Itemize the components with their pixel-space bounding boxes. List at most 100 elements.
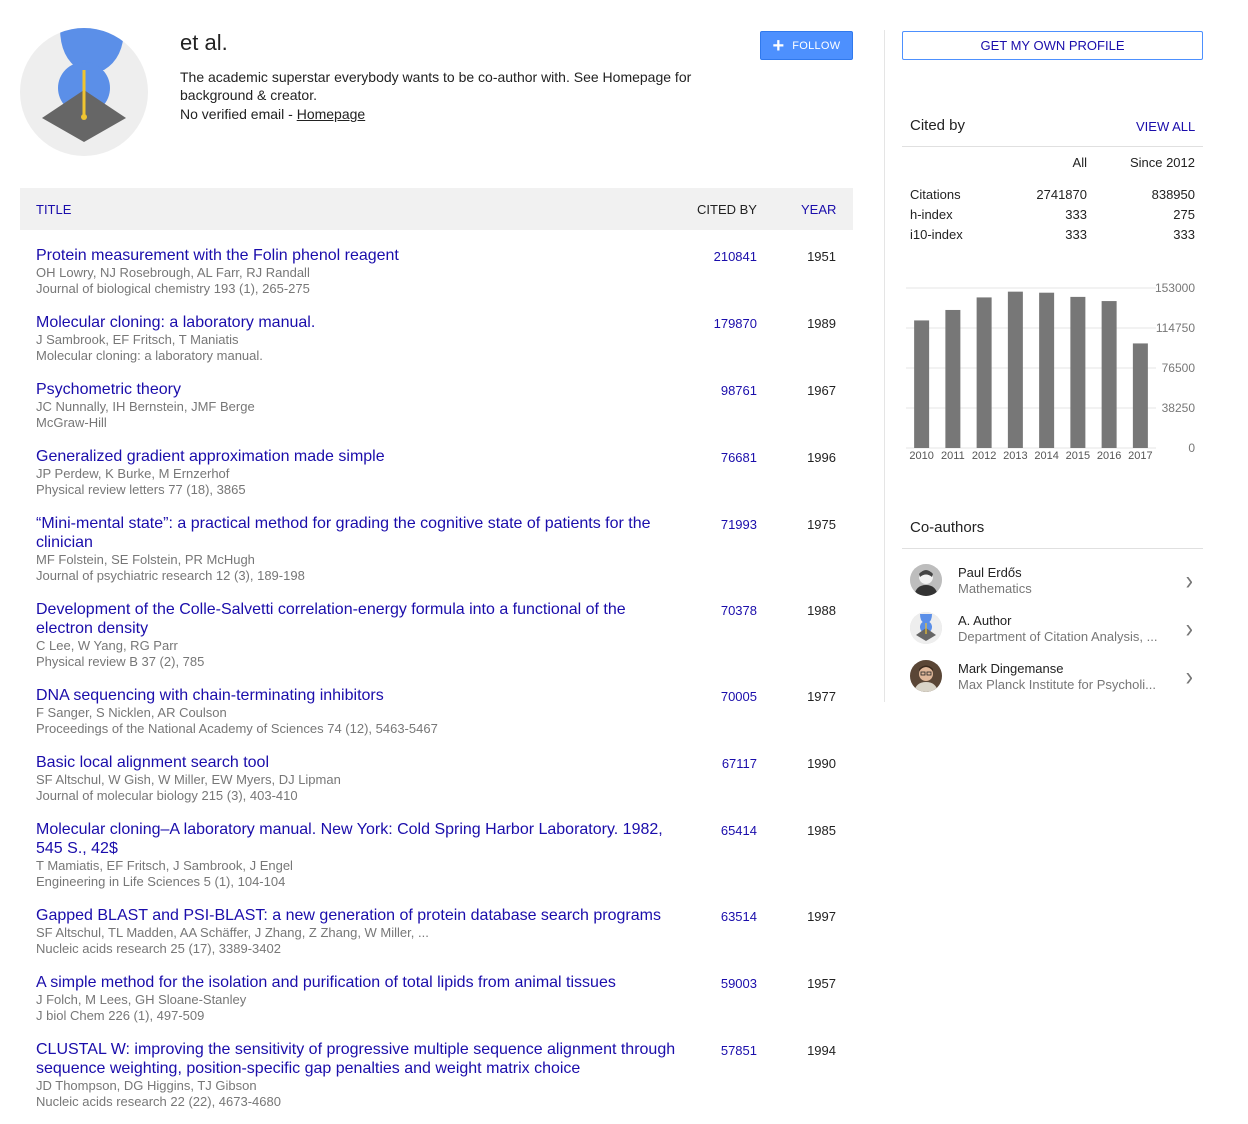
- publication-venue: Molecular cloning: a laboratory manual.: [36, 348, 263, 363]
- publication-title[interactable]: Generalized gradient approximation made …: [36, 447, 686, 466]
- homepage-link[interactable]: Homepage: [297, 106, 366, 122]
- chart-bar[interactable]: [914, 320, 930, 448]
- divider: [902, 548, 1203, 549]
- follow-label: FOLLOW: [792, 39, 841, 52]
- chart-bar[interactable]: [1132, 343, 1148, 448]
- publication-authors: C Lee, W Yang, RG Parr: [36, 638, 178, 653]
- stats-header-row: All Since 2012: [902, 146, 1203, 184]
- chevron-right-icon: ›: [1185, 565, 1193, 596]
- chart-bar[interactable]: [976, 297, 992, 448]
- chart-x-tick-label: 2011: [941, 450, 965, 462]
- publication-authors: T Mamiatis, EF Fritsch, J Sambrook, J En…: [36, 858, 293, 873]
- get-own-profile-button[interactable]: GET MY OWN PROFILE: [902, 31, 1203, 60]
- table-row: Molecular cloning: a laboratory manual. …: [20, 313, 853, 380]
- profile-avatar: [20, 28, 148, 156]
- stats-all: 2741870: [1036, 187, 1087, 202]
- publication-title[interactable]: “Mini-mental state”: a practical method …: [36, 514, 686, 552]
- publication-title[interactable]: Development of the Colle-Salvetti correl…: [36, 600, 686, 638]
- publication-cited-by[interactable]: 179870: [714, 316, 757, 331]
- coauthor-avatar: [910, 660, 942, 692]
- stats-row-i10index: i10-index 333 333: [902, 224, 1203, 244]
- table-row: “Mini-mental state”: a practical method …: [20, 514, 853, 600]
- publication-title[interactable]: A simple method for the isolation and pu…: [36, 973, 686, 992]
- publication-title[interactable]: Molecular cloning–A laboratory manual. N…: [36, 820, 686, 858]
- publication-authors: JC Nunnally, IH Bernstein, JMF Berge: [36, 399, 255, 414]
- coauthors-title: Co-authors: [910, 519, 985, 536]
- stats-since: 333: [1173, 227, 1195, 242]
- publication-year: 1997: [807, 909, 836, 924]
- profile-tagline: The academic superstar everybody wants t…: [180, 69, 692, 103]
- chart-x-tick-label: 2014: [1034, 450, 1058, 462]
- citations-per-year-chart: 0 38250 76500 114750 153000 2010 2011 2012 2013 2…: [906, 281, 1196, 462]
- publication-cited-by[interactable]: 76681: [721, 450, 757, 465]
- chart-y-tick-label: 38250: [1162, 401, 1196, 415]
- coauthor-item[interactable]: A. Author Department of Citation Analysi…: [902, 606, 1203, 654]
- stats-header-since: Since 2012: [1129, 155, 1195, 170]
- chart-bar[interactable]: [1070, 296, 1086, 448]
- chart-x-tick-label: 2010: [909, 450, 933, 462]
- coauthor-affiliation: Max Planck Institute for Psycholi...: [958, 677, 1156, 692]
- chart-y-tick-label: 153000: [1155, 281, 1195, 295]
- chart-bar[interactable]: [1101, 301, 1117, 448]
- publication-year: 1975: [807, 517, 836, 532]
- publication-title[interactable]: Psychometric theory: [36, 380, 686, 399]
- publication-cited-by[interactable]: 59003: [721, 976, 757, 991]
- table-row: CLUSTAL W: improving the sensitivity of …: [20, 1040, 853, 1110]
- publication-authors: J Sambrook, EF Fritsch, T Maniatis: [36, 332, 239, 347]
- stats-all: 333: [1065, 207, 1087, 222]
- publication-venue: Journal of molecular biology 215 (3), 40…: [36, 788, 298, 803]
- publication-venue: Proceedings of the National Academy of S…: [36, 721, 438, 736]
- publication-title[interactable]: CLUSTAL W: improving the sensitivity of …: [36, 1040, 686, 1078]
- chart-y-tick-label: 0: [1188, 441, 1195, 455]
- publication-cited-by[interactable]: 63514: [721, 909, 757, 924]
- citation-stats-table: All Since 2012 Citations 2741870 838950 …: [902, 146, 1203, 244]
- column-divider: [884, 30, 885, 702]
- table-row: Molecular cloning–A laboratory manual. N…: [20, 820, 853, 906]
- stats-since: 838950: [1151, 187, 1195, 202]
- publication-cited-by[interactable]: 71993: [721, 517, 757, 532]
- publication-year: 1951: [807, 249, 836, 264]
- coauthor-item[interactable]: Mark Dingemanse Max Planck Institute for…: [902, 654, 1203, 702]
- sort-by-cited[interactable]: CITED BY: [697, 202, 757, 217]
- publication-venue: Nucleic acids research 22 (22), 4673-468…: [36, 1094, 281, 1109]
- publication-title[interactable]: Basic local alignment search tool: [36, 753, 686, 772]
- publication-venue: Physical review B 37 (2), 785: [36, 654, 205, 669]
- sort-by-title[interactable]: TITLE: [36, 202, 71, 217]
- publication-title[interactable]: Gapped BLAST and PSI-BLAST: a new genera…: [36, 906, 686, 925]
- publication-cited-by[interactable]: 70005: [721, 689, 757, 704]
- publication-title[interactable]: Protein measurement with the Folin pheno…: [36, 246, 686, 265]
- publication-year: 1989: [807, 316, 836, 331]
- chevron-right-icon: ›: [1185, 613, 1193, 644]
- coauthor-name: Paul Erdős: [958, 565, 1022, 580]
- table-row: DNA sequencing with chain-terminating in…: [20, 686, 853, 753]
- table-row: A simple method for the isolation and pu…: [20, 973, 853, 1040]
- publication-cited-by[interactable]: 70378: [721, 603, 757, 618]
- stats-header-all: All: [1072, 155, 1087, 170]
- chart-bar[interactable]: [1039, 292, 1055, 448]
- chart-bar[interactable]: [945, 309, 961, 448]
- publication-year: 1957: [807, 976, 836, 991]
- cited-by-title: Cited by: [910, 117, 966, 134]
- publication-cited-by[interactable]: 98761: [721, 383, 757, 398]
- publication-venue: Journal of psychiatric research 12 (3), …: [36, 568, 305, 583]
- chart-bar[interactable]: [1007, 291, 1023, 448]
- publication-cited-by[interactable]: 210841: [714, 249, 757, 264]
- publication-year: 1990: [807, 756, 836, 771]
- coauthor-name: A. Author: [958, 613, 1012, 628]
- coauthor-item[interactable]: Paul Erdős Mathematics ›: [902, 558, 1203, 606]
- chart-y-tick-label: 114750: [1156, 321, 1195, 335]
- publication-authors: SF Altschul, W Gish, W Miller, EW Myers,…: [36, 772, 341, 787]
- publication-cited-by[interactable]: 67117: [722, 756, 757, 771]
- publication-cited-by[interactable]: 65414: [721, 823, 757, 838]
- view-all-link[interactable]: VIEW ALL: [1136, 119, 1195, 134]
- publication-authors: MF Folstein, SE Folstein, PR McHugh: [36, 552, 255, 567]
- follow-button[interactable]: + FOLLOW: [760, 31, 853, 60]
- stats-row-citations: Citations 2741870 838950: [902, 184, 1203, 204]
- publication-year: 1994: [807, 1043, 836, 1058]
- publication-year: 1996: [807, 450, 836, 465]
- publication-title[interactable]: DNA sequencing with chain-terminating in…: [36, 686, 686, 705]
- publication-cited-by[interactable]: 57851: [721, 1043, 757, 1058]
- stats-row-hindex: h-index 333 275: [902, 204, 1203, 224]
- publication-title[interactable]: Molecular cloning: a laboratory manual.: [36, 313, 686, 332]
- sort-by-year[interactable]: YEAR: [801, 202, 836, 217]
